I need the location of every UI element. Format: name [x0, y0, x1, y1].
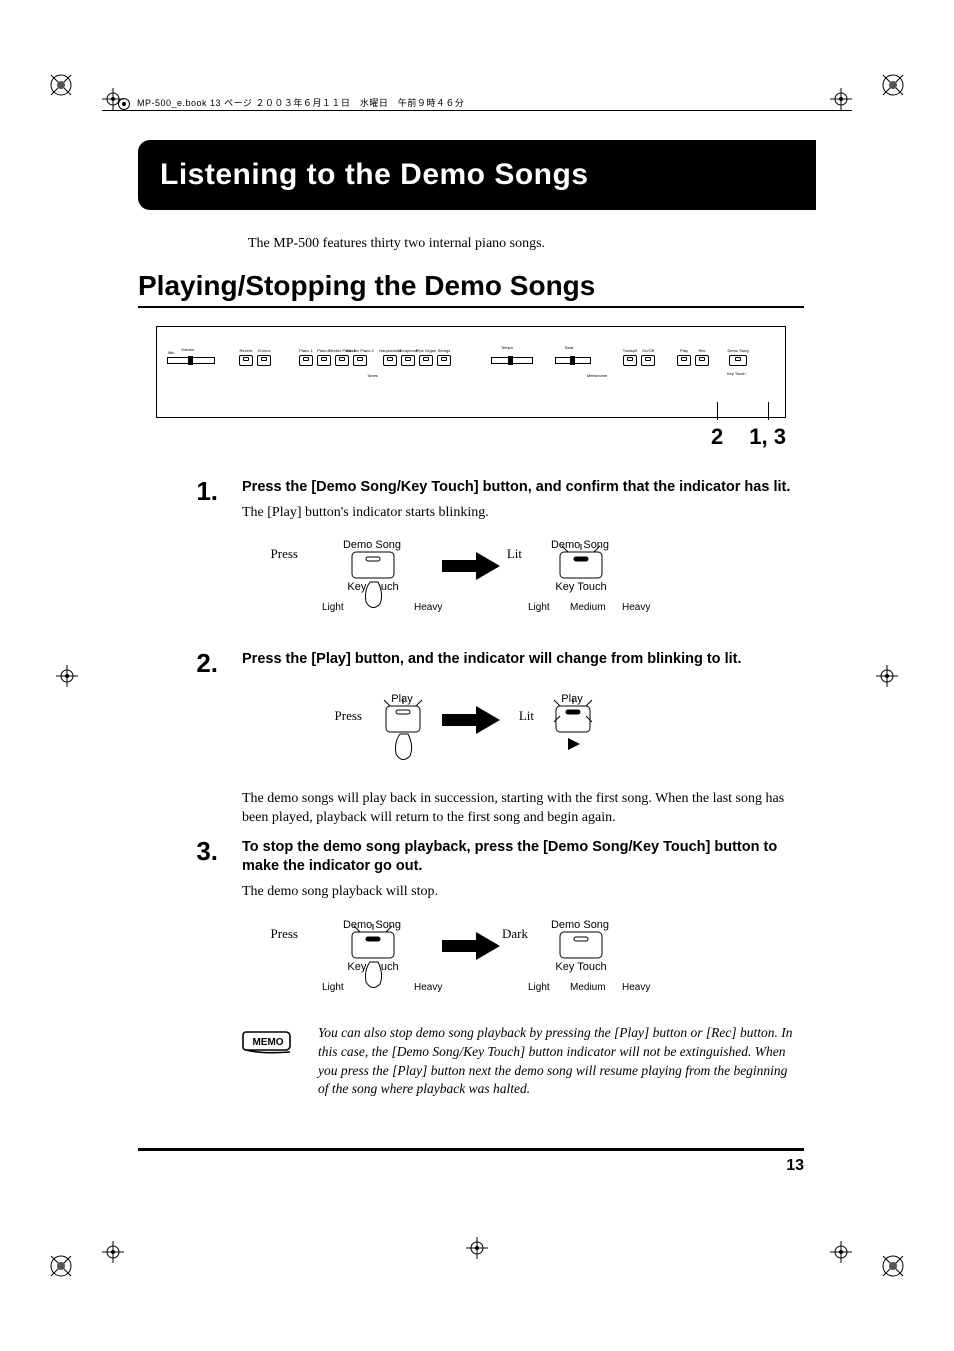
- beat-slider-icon: [555, 357, 591, 364]
- svg-text:Light: Light: [528, 602, 550, 613]
- step-1: 1. Press the [Demo Song/Key Touch] butto…: [184, 478, 804, 642]
- tone-button-icon: [437, 355, 451, 366]
- svg-text:Press: Press: [271, 546, 298, 561]
- crop-mark-icon: [880, 72, 906, 98]
- svg-text:Lit: Lit: [507, 546, 523, 561]
- tones-label: Tones: [367, 373, 378, 378]
- step-2: 2. Press the [Play] button, and the indi…: [184, 650, 804, 829]
- registration-mark-icon: [830, 1241, 852, 1263]
- callout-2: 2: [711, 424, 723, 450]
- step-number: 2.: [184, 650, 218, 829]
- chorus-button-icon: [257, 355, 271, 366]
- tone-button-icon: [419, 355, 433, 366]
- reverb-button-icon: [239, 355, 253, 366]
- svg-text:Demo Song: Demo Song: [343, 919, 401, 931]
- beat-label: Beat: [565, 345, 573, 350]
- chapter-title: Listening to the Demo Songs: [138, 140, 816, 210]
- page-number: 13: [786, 1157, 804, 1175]
- panel-diagram: Volume Tones Tempo: [156, 326, 786, 418]
- svg-text:Medium: Medium: [570, 982, 606, 993]
- svg-text:Lit: Lit: [519, 708, 535, 723]
- content: Listening to the Demo Songs The MP-500 f…: [138, 140, 804, 1107]
- bullet-icon: [118, 98, 130, 110]
- rec-button-icon: [695, 355, 709, 366]
- svg-text:Heavy: Heavy: [414, 982, 442, 993]
- panel-callouts: 2 1, 3: [138, 424, 786, 450]
- step-heading: Press the [Play] button, and the indicat…: [242, 650, 804, 670]
- svg-text:Play: Play: [561, 693, 583, 705]
- svg-text:Press: Press: [271, 926, 298, 941]
- step-heading: To stop the demo song playback, press th…: [242, 838, 804, 877]
- step-number: 3.: [184, 838, 218, 1100]
- figure-play-press-lit: Press Play Lit Play: [312, 680, 804, 776]
- volume-slider-icon: [167, 357, 215, 364]
- tone-button-icon: [401, 355, 415, 366]
- svg-text:Press: Press: [335, 708, 362, 723]
- registration-mark-icon: [102, 1241, 124, 1263]
- callout-1-3: 1, 3: [749, 424, 786, 450]
- svg-text:Demo Song: Demo Song: [343, 539, 401, 551]
- metronome-label: Metronome: [587, 373, 607, 378]
- registration-mark-icon: [876, 665, 898, 687]
- svg-text:Light: Light: [528, 982, 550, 993]
- transpose-button-icon: [623, 355, 637, 366]
- print-header: MP-500_e.book 13 ページ ２００３年６月１１日 水曜日 午前９時…: [118, 96, 464, 110]
- tone-button-icon: [383, 355, 397, 366]
- svg-text:Demo Song: Demo Song: [551, 539, 609, 551]
- svg-text:Heavy: Heavy: [622, 602, 650, 613]
- figure-demo-song-press-dark: Press Demo Song Key Touch Light Heavy: [242, 912, 804, 1008]
- step-text: The demo songs will play back in success…: [242, 790, 804, 828]
- svg-text:Heavy: Heavy: [622, 982, 650, 993]
- tone-button-icon: [335, 355, 349, 366]
- crop-mark-icon: [48, 1253, 74, 1279]
- registration-mark-icon: [466, 1237, 488, 1259]
- header-rule: [102, 110, 852, 111]
- svg-text:Dark: Dark: [502, 926, 528, 941]
- tempo-label: Tempo: [501, 345, 513, 350]
- onoff-button-icon: [641, 355, 655, 366]
- footer-rule: [138, 1148, 804, 1151]
- svg-text:Demo Song: Demo Song: [551, 919, 609, 931]
- crop-mark-icon: [880, 1253, 906, 1279]
- svg-text:Key Touch: Key Touch: [555, 961, 606, 973]
- svg-text:MEMO: MEMO: [252, 1037, 283, 1048]
- step-text: The demo song playback will stop.: [242, 883, 804, 902]
- svg-text:Key Touch: Key Touch: [555, 581, 606, 593]
- step-text: The [Play] button's indicator starts bli…: [242, 504, 804, 523]
- page: MP-500_e.book 13 ページ ２００３年６月１１日 水曜日 午前９時…: [0, 0, 954, 1351]
- section-rule: [138, 306, 804, 308]
- demo-song-button-icon: [729, 355, 747, 366]
- keytouch-label: Key Touch: [727, 371, 746, 376]
- tone-button-icon: [317, 355, 331, 366]
- step-3: 3. To stop the demo song playback, press…: [184, 838, 804, 1100]
- memo-icon: MEMO: [242, 1026, 296, 1061]
- print-header-text: MP-500_e.book 13 ページ ２００３年６月１１日 水曜日 午前９時…: [137, 98, 464, 108]
- volume-label: Volume: [181, 347, 194, 352]
- svg-text:Light: Light: [322, 982, 344, 993]
- step-heading: Press the [Demo Song/Key Touch] button, …: [242, 478, 804, 498]
- figure-demo-song-press-lit: Press Demo Song Key Touch Light Heavy Li…: [242, 532, 804, 628]
- memo-block: MEMO You can also stop demo song playbac…: [242, 1024, 804, 1100]
- tempo-slider-icon: [491, 357, 533, 364]
- step-number: 1.: [184, 478, 218, 642]
- play-button-icon: [677, 355, 691, 366]
- tone-button-icon: [353, 355, 367, 366]
- registration-mark-icon: [830, 88, 852, 110]
- memo-text: You can also stop demo song playback by …: [318, 1024, 804, 1100]
- section-heading: Playing/Stopping the Demo Songs: [138, 270, 804, 302]
- svg-text:Light: Light: [322, 602, 344, 613]
- crop-mark-icon: [48, 72, 74, 98]
- svg-text:Heavy: Heavy: [414, 602, 442, 613]
- registration-mark-icon: [56, 665, 78, 687]
- tone-button-icon: [299, 355, 313, 366]
- svg-text:Play: Play: [391, 693, 413, 705]
- intro-text: The MP-500 features thirty two internal …: [248, 236, 804, 252]
- svg-text:Medium: Medium: [570, 602, 606, 613]
